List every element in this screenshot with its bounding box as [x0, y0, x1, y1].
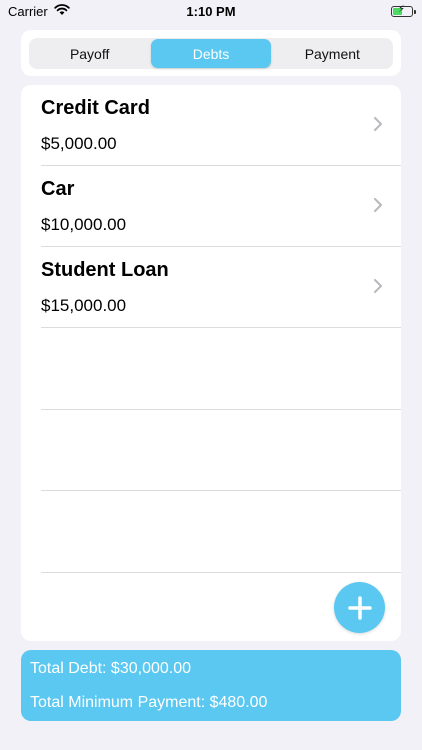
debt-row-car[interactable]: Car $10,000.00: [41, 166, 401, 247]
charging-bolt-icon: ⚡: [398, 4, 406, 15]
debt-row-student-loan[interactable]: Student Loan $15,000.00: [41, 247, 401, 328]
debt-name: Student Loan: [41, 259, 169, 281]
debt-amount: $15,000.00: [41, 296, 127, 315]
empty-row: [41, 492, 401, 573]
total-debt-label: Total Debt: $30,000.00: [30, 660, 192, 677]
empty-row: [41, 410, 401, 491]
debt-name: Credit Card: [41, 97, 150, 119]
tab-debts[interactable]: Debts: [151, 39, 271, 68]
summary-card: Total Debt: $30,000.00 Total Minimum Pay…: [21, 650, 401, 721]
debt-amount: $10,000.00: [41, 215, 127, 234]
empty-row: [41, 329, 401, 410]
plus-icon: [347, 595, 372, 620]
debt-name: Car: [41, 178, 75, 200]
segmented-control-card: Payoff Debts Payment: [21, 30, 401, 76]
total-min-payment-label: Total Minimum Payment: $480.00: [30, 694, 268, 711]
tab-payment[interactable]: Payment: [273, 39, 392, 68]
chevron-right-icon: [374, 117, 382, 131]
debt-row-credit-card[interactable]: Credit Card $5,000.00: [41, 85, 401, 166]
tab-payoff[interactable]: Payoff: [30, 39, 149, 68]
battery-charging-icon: ⚡: [391, 4, 416, 20]
status-bar: Carrier 1:10 PM ⚡: [0, 0, 422, 24]
battery-indicator: ⚡: [391, 4, 416, 17]
chevron-right-icon: [374, 198, 382, 212]
chevron-right-icon: [374, 279, 382, 293]
debt-amount: $5,000.00: [41, 134, 117, 153]
segmented-control: Payoff Debts Payment: [29, 38, 393, 69]
add-debt-button[interactable]: [334, 582, 385, 633]
status-time: 1:10 PM: [186, 4, 236, 19]
debt-list: Credit Card $5,000.00 Car $10,000.00 Stu…: [21, 85, 401, 641]
